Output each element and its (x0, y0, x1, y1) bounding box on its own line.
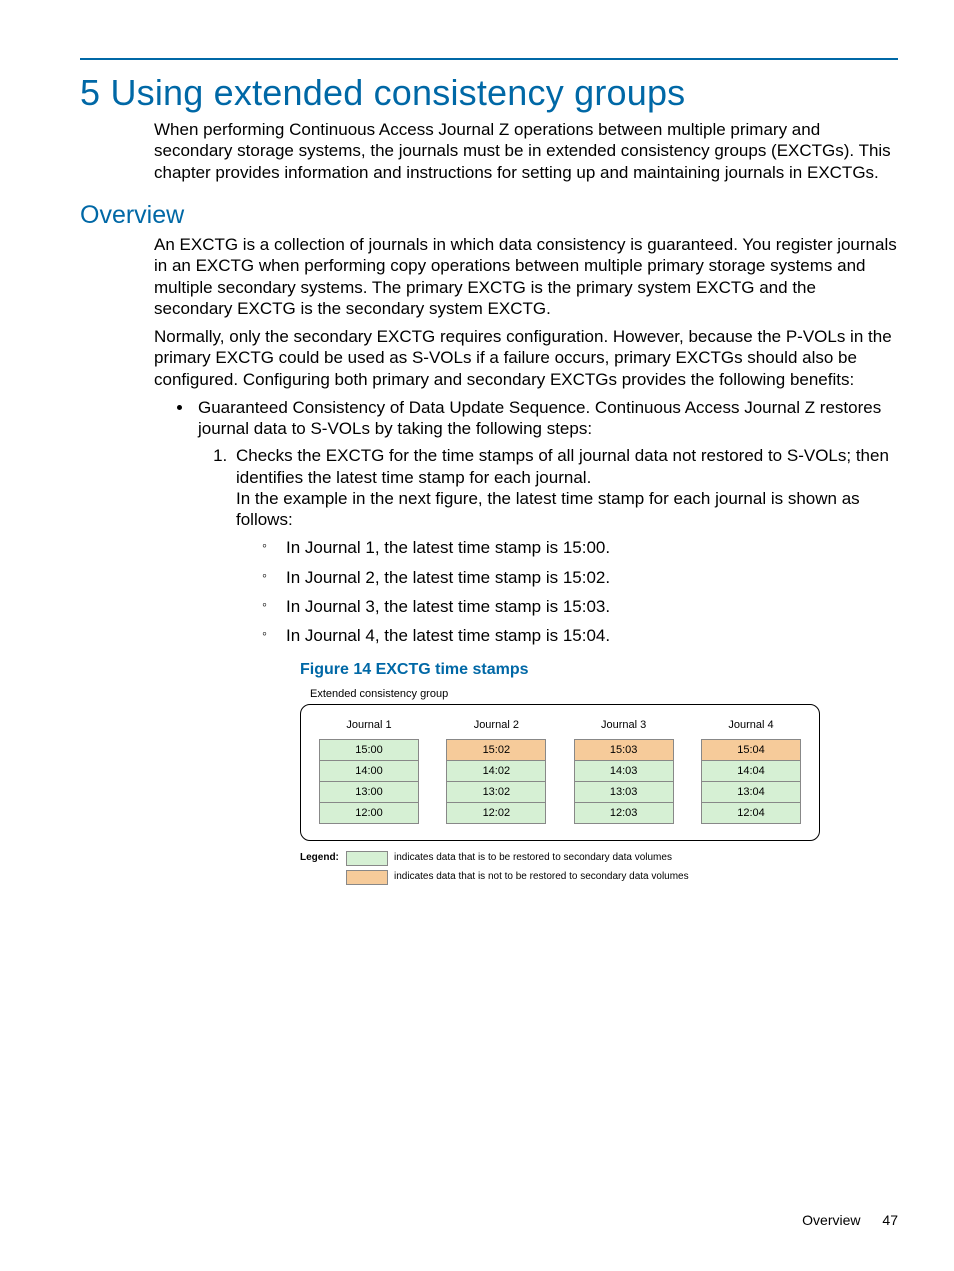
time-cell: 15:02 (447, 740, 545, 761)
benefits-list: Guaranteed Consistency of Data Update Se… (154, 397, 898, 885)
timestamp-sublist: In Journal 1, the latest time stamp is 1… (236, 537, 898, 646)
journal-stack: 15:02 14:02 13:02 12:02 (446, 739, 546, 824)
page-footer: Overview 47 (802, 1212, 898, 1230)
time-cell: 12:04 (702, 803, 800, 823)
legend-row-orange: indicates data that is not to be restore… (300, 870, 820, 885)
swatch-green-icon (346, 851, 388, 866)
time-cell: 12:02 (447, 803, 545, 823)
sub-item: In Journal 1, the latest time stamp is 1… (262, 537, 898, 558)
journal-header: Journal 2 (446, 719, 546, 733)
exctg-box: Journal 1 15:00 14:00 13:00 12:00 Journa… (300, 704, 820, 841)
sub-item: In Journal 2, the latest time stamp is 1… (262, 567, 898, 588)
swatch-orange-icon (346, 870, 388, 885)
time-cell: 13:04 (702, 782, 800, 803)
time-cell: 12:03 (575, 803, 673, 823)
time-cell: 15:04 (702, 740, 800, 761)
overview-heading: Overview (80, 200, 184, 231)
journal-column: Journal 3 15:03 14:03 13:03 12:03 (574, 719, 674, 824)
step-1-text: Checks the EXCTG for the time stamps of … (236, 446, 889, 486)
journal-header: Journal 3 (574, 719, 674, 733)
time-cell: 14:03 (575, 761, 673, 782)
journal-stack: 15:04 14:04 13:04 12:04 (701, 739, 801, 824)
journal-stack: 15:03 14:03 13:03 12:03 (574, 739, 674, 824)
figure-caption: Figure 14 EXCTG time stamps (300, 660, 898, 680)
time-cell: 14:04 (702, 761, 800, 782)
sub-item: In Journal 4, the latest time stamp is 1… (262, 625, 898, 646)
legend-label: Legend: (300, 852, 346, 865)
chapter-number: 5 (80, 72, 100, 113)
top-rule (80, 58, 898, 60)
journal-column: Journal 2 15:02 14:02 13:02 12:02 (446, 719, 546, 824)
step-1-example: In the example in the next figure, the l… (236, 488, 898, 531)
benefit-text: Guaranteed Consistency of Data Update Se… (198, 398, 881, 438)
legend-row-green: Legend: indicates data that is to be res… (300, 851, 820, 866)
figure-14: Extended consistency group Journal 1 15:… (300, 688, 820, 885)
time-cell: 13:03 (575, 782, 673, 803)
chapter-intro: When performing Continuous Access Journa… (154, 119, 898, 183)
benefit-item: Guaranteed Consistency of Data Update Se… (194, 397, 898, 885)
footer-page-number: 47 (882, 1212, 898, 1228)
chapter-title-text: Using extended consistency groups (110, 72, 685, 113)
steps-list: Checks the EXCTG for the time stamps of … (198, 445, 898, 885)
legend-orange-text: indicates data that is not to be restore… (394, 871, 689, 884)
time-cell: 13:00 (320, 782, 418, 803)
journal-stack: 15:00 14:00 13:00 12:00 (319, 739, 419, 824)
time-cell: 12:00 (320, 803, 418, 823)
chapter-title: 5 Using extended consistency groups (80, 70, 685, 115)
time-cell: 15:03 (575, 740, 673, 761)
sub-item: In Journal 3, the latest time stamp is 1… (262, 596, 898, 617)
step-1: Checks the EXCTG for the time stamps of … (232, 445, 898, 885)
journal-column: Journal 1 15:00 14:00 13:00 12:00 (319, 719, 419, 824)
journal-header: Journal 1 (319, 719, 419, 733)
time-cell: 14:00 (320, 761, 418, 782)
footer-section: Overview (802, 1212, 860, 1228)
time-cell: 14:02 (447, 761, 545, 782)
overview-p1: An EXCTG is a collection of journals in … (154, 234, 898, 319)
time-cell: 15:00 (320, 740, 418, 761)
figure-legend: Legend: indicates data that is to be res… (300, 851, 820, 885)
legend-green-text: indicates data that is to be restored to… (394, 852, 672, 865)
journal-header: Journal 4 (701, 719, 801, 733)
journal-column: Journal 4 15:04 14:04 13:04 12:04 (701, 719, 801, 824)
figure-box-label: Extended consistency group (310, 688, 820, 702)
overview-body: An EXCTG is a collection of journals in … (154, 234, 898, 889)
time-cell: 13:02 (447, 782, 545, 803)
overview-p2: Normally, only the secondary EXCTG requi… (154, 326, 898, 390)
